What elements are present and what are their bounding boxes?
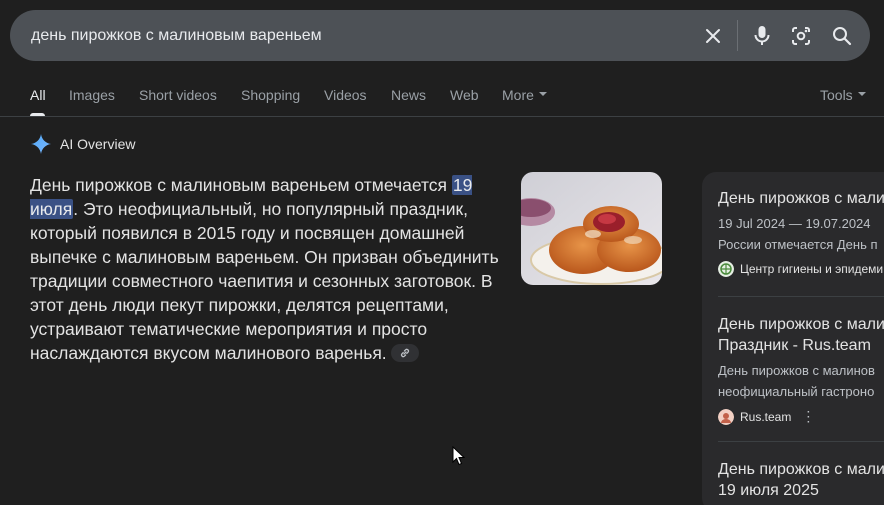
source-card-3[interactable]: День пирожков с мали 19 июля 2025 [718,459,884,501]
search-input[interactable]: день пирожков с малиновым вареньем [31,10,691,61]
ai-text-start: День пирожков с малиновым вареньем отмеч… [30,175,452,195]
source-card-1[interactable]: День пирожков с малин 19 Jul 2024 — 19.0… [718,188,884,277]
search-tabs: All Images Short videos Shopping Videos … [0,80,884,117]
active-tab-indicator [30,113,45,116]
mouse-cursor-icon [452,446,465,466]
search-results-page: день пирожков с малиновым вареньем All I… [0,0,884,505]
source-snippet: России отмечается День п [718,237,878,252]
site-favicon-icon [718,408,734,425]
search-icon[interactable] [829,23,855,49]
source-snippet: 19 Jul 2024 — 19.07.2024 [718,216,871,231]
tools-button[interactable]: Tools [820,87,866,103]
tab-videos[interactable]: Videos [324,87,367,103]
tab-short-videos[interactable]: Short videos [139,87,217,103]
source-title[interactable]: День пирожков с мали [718,459,884,480]
ai-text-rest: . Это неофициальный, но популярный празд… [30,199,499,363]
source-title-line2[interactable]: 19 июля 2025 [718,480,884,501]
tab-more[interactable]: More [502,87,547,103]
source-title[interactable]: День пирожков с мали [718,314,884,335]
ai-overview-text: День пирожков с малиновым вареньем отмеч… [30,173,520,365]
chevron-down-icon [538,92,547,97]
chevron-down-icon [857,92,866,97]
source-site: Rus.team ⋮ [718,408,884,425]
source-title[interactable]: День пирожков с малин [718,188,884,209]
ai-overview-header: AI Overview [30,133,135,155]
source-snippet: День пирожков с малинов [718,363,875,378]
clear-icon[interactable] [700,23,726,49]
source-site: Центр гигиены и эпидеми [718,261,884,277]
site-favicon-icon [718,261,734,277]
tab-more-label: More [502,87,534,103]
source-snippet: неофициальный гастроно [718,384,875,399]
ai-sparkle-icon [31,134,51,154]
tab-images[interactable]: Images [69,87,115,103]
source-card-2[interactable]: День пирожков с мали Праздник - Rus.team… [718,314,884,425]
tab-news[interactable]: News [391,87,426,103]
more-options-icon[interactable]: ⋮ [801,408,815,425]
sources-panel: День пирожков с малин 19 Jul 2024 — 19.0… [702,172,884,505]
search-bar-divider [737,20,738,51]
source-divider [718,296,884,297]
source-title-line2[interactable]: Праздник - Rus.team [718,335,884,356]
tab-all[interactable]: All [30,87,46,103]
search-bar[interactable]: день пирожков с малиновым вареньем [10,10,870,61]
mic-icon[interactable] [749,23,775,49]
ai-overview-title: AI Overview [60,136,136,152]
source-link-chip[interactable] [390,344,419,363]
pies-image[interactable] [521,172,662,285]
tab-shopping[interactable]: Shopping [241,87,300,103]
lens-icon[interactable] [788,23,814,49]
source-site-name: Центр гигиены и эпидеми [740,262,884,276]
tab-web[interactable]: Web [450,87,479,103]
source-divider [718,441,884,442]
tools-label: Tools [820,87,853,103]
source-site-name: Rus.team [740,409,792,424]
link-icon [400,349,409,358]
